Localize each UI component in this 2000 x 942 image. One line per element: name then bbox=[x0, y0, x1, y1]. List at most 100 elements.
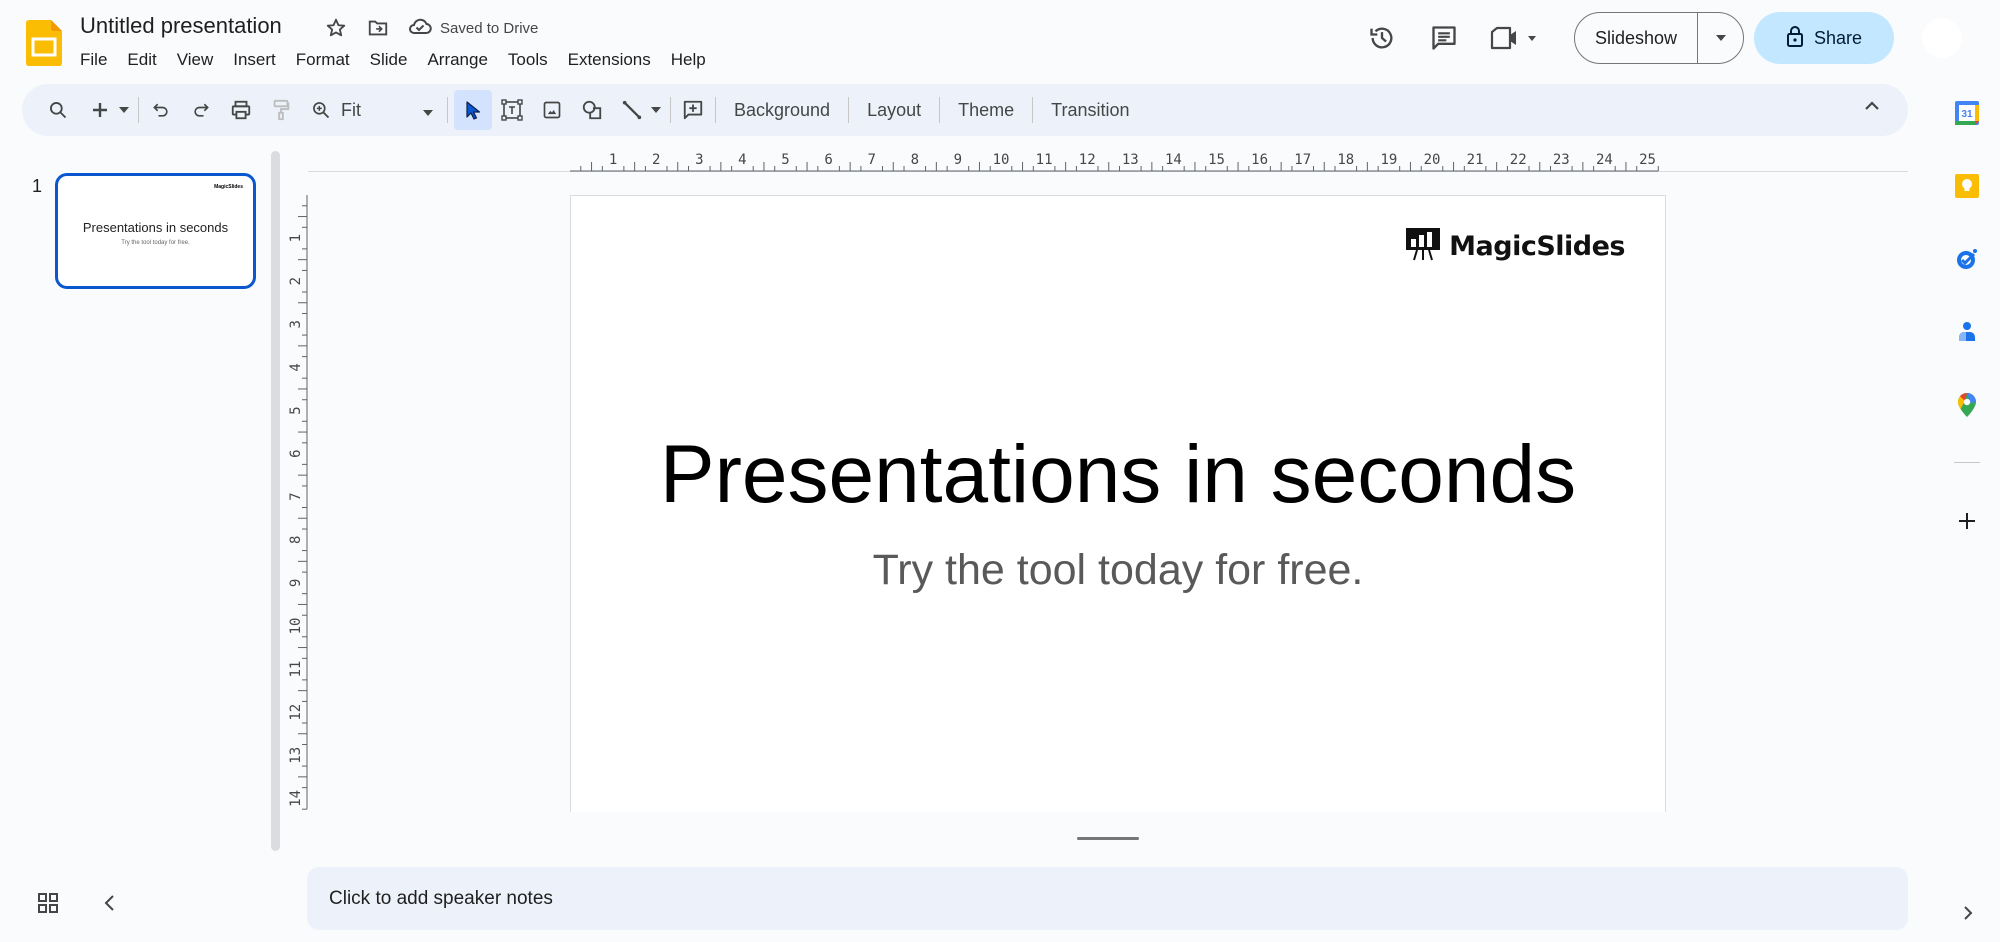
menu-file[interactable]: File bbox=[70, 48, 117, 72]
speaker-notes[interactable]: Click to add speaker notes bbox=[307, 867, 1908, 930]
ruler-label: 14 bbox=[1165, 152, 1182, 168]
grid-view-icon[interactable] bbox=[37, 892, 59, 919]
document-title[interactable]: Untitled presentation bbox=[80, 13, 282, 39]
expand-side-panel-icon[interactable] bbox=[1962, 904, 1974, 927]
ruler-label: 5 bbox=[288, 406, 304, 414]
logo-text: MagicSlides bbox=[1449, 231, 1625, 262]
toolbar-divider bbox=[1032, 97, 1034, 123]
ruler-label: 2 bbox=[652, 152, 660, 168]
thumbnail-logo: MagicSlides bbox=[214, 184, 243, 190]
menu-extensions[interactable]: Extensions bbox=[558, 48, 661, 72]
ruler-label: 15 bbox=[1208, 152, 1225, 168]
print-icon[interactable] bbox=[225, 92, 257, 128]
menu-format[interactable]: Format bbox=[286, 48, 360, 72]
transition-button[interactable]: Transition bbox=[1039, 92, 1141, 128]
add-comment-icon[interactable] bbox=[677, 92, 709, 128]
layout-button[interactable]: Layout bbox=[855, 92, 933, 128]
select-tool-icon[interactable] bbox=[454, 90, 492, 130]
ruler-label: 22 bbox=[1510, 152, 1527, 168]
toolbar-divider bbox=[715, 97, 716, 123]
comments-icon[interactable] bbox=[1424, 18, 1464, 58]
toolbar-divider bbox=[670, 97, 671, 123]
magicslides-logo[interactable]: MagicSlides bbox=[1405, 226, 1625, 267]
add-addon-icon[interactable] bbox=[1954, 508, 1980, 534]
slide-number: 1 bbox=[32, 176, 43, 196]
meet-icon[interactable] bbox=[1486, 18, 1546, 58]
ruler-label: 7 bbox=[288, 492, 304, 500]
share-button[interactable]: Share bbox=[1754, 12, 1894, 64]
ruler-label: 11 bbox=[1036, 152, 1053, 168]
toolbar-divider bbox=[138, 97, 139, 123]
text-box-icon[interactable] bbox=[496, 92, 528, 128]
toolbar-divider bbox=[447, 97, 448, 123]
slide-canvas[interactable]: MagicSlides Presentations in seconds Try… bbox=[570, 195, 1666, 812]
svg-text:31: 31 bbox=[1961, 109, 1973, 120]
menu-insert[interactable]: Insert bbox=[223, 48, 286, 72]
ruler-label: 4 bbox=[738, 152, 746, 168]
ruler-label: 20 bbox=[1424, 152, 1441, 168]
menu-tools[interactable]: Tools bbox=[498, 48, 558, 72]
notes-resize-handle[interactable] bbox=[1077, 837, 1139, 840]
tasks-icon[interactable] bbox=[1954, 246, 1980, 272]
menu-bar: File Edit View Insert Format Slide Arran… bbox=[70, 48, 716, 72]
filmstrip-scrollbar[interactable] bbox=[271, 151, 280, 851]
keep-icon[interactable] bbox=[1954, 173, 1980, 199]
redo-icon[interactable] bbox=[185, 92, 217, 128]
side-panel: 31 bbox=[1934, 84, 2000, 942]
menu-slide[interactable]: Slide bbox=[360, 48, 418, 72]
search-menus-icon[interactable] bbox=[42, 92, 74, 128]
slideshow-dropdown-button[interactable] bbox=[1698, 13, 1743, 63]
ruler-label: 9 bbox=[954, 152, 962, 168]
ruler-label: 2 bbox=[288, 277, 304, 285]
paint-format-icon[interactable] bbox=[265, 92, 297, 128]
star-icon[interactable] bbox=[324, 16, 348, 40]
ruler-label: 18 bbox=[1337, 152, 1354, 168]
collapse-filmstrip-icon[interactable] bbox=[100, 892, 120, 919]
save-status-text: Saved to Drive bbox=[440, 19, 539, 37]
slide-thumbnail[interactable]: MagicSlides Presentations in seconds Try… bbox=[55, 173, 256, 289]
insert-image-icon[interactable] bbox=[536, 92, 568, 128]
toolbar-divider bbox=[939, 97, 941, 123]
maps-icon[interactable] bbox=[1954, 392, 1980, 418]
save-status[interactable]: Saved to Drive bbox=[408, 16, 538, 40]
ruler-label: 11 bbox=[288, 661, 304, 678]
calendar-icon[interactable]: 31 bbox=[1954, 100, 1980, 126]
slideshow-button[interactable]: Slideshow bbox=[1575, 13, 1698, 63]
ruler-label: 10 bbox=[288, 618, 304, 635]
move-to-folder-icon[interactable] bbox=[366, 16, 390, 40]
ruler-label: 4 bbox=[288, 363, 304, 371]
zoom-dropdown-icon bbox=[423, 100, 433, 121]
shape-icon[interactable] bbox=[576, 92, 608, 128]
line-icon[interactable] bbox=[616, 92, 648, 128]
zoom-select[interactable]: Fit bbox=[337, 100, 437, 121]
collapse-toolbar-icon[interactable] bbox=[1864, 98, 1880, 116]
ruler-label: 23 bbox=[1553, 152, 1570, 168]
horizontal-ruler[interactable]: 1 2 3 4 5 6 7 8 9 10 11 12 13 14 15 16 17 18 19 20 21 22 23 24 2… bbox=[308, 150, 1908, 172]
ruler-label: 12 bbox=[288, 704, 304, 721]
slide-title[interactable]: Presentations in seconds bbox=[571, 428, 1665, 522]
ruler-label: 13 bbox=[1122, 152, 1139, 168]
menu-arrange[interactable]: Arrange bbox=[417, 48, 497, 72]
ruler-label: 3 bbox=[288, 320, 304, 328]
vertical-ruler[interactable]: 1234567891011121314 bbox=[288, 190, 308, 820]
menu-help[interactable]: Help bbox=[661, 48, 716, 72]
ruler-label: 21 bbox=[1467, 152, 1484, 168]
account-avatar[interactable] bbox=[1922, 18, 1962, 58]
undo-icon[interactable] bbox=[145, 92, 177, 128]
zoom-icon[interactable] bbox=[305, 92, 337, 128]
background-button[interactable]: Background bbox=[722, 92, 842, 128]
slide-subtitle[interactable]: Try the tool today for free. bbox=[571, 546, 1665, 595]
ruler-label: 6 bbox=[288, 449, 304, 457]
new-slide-dropdown-icon[interactable] bbox=[116, 92, 132, 128]
toolbar: Fit Background Layout Theme Transition bbox=[22, 84, 1908, 136]
share-label: Share bbox=[1813, 27, 1863, 48]
new-slide-plus-icon[interactable] bbox=[84, 92, 116, 128]
theme-button[interactable]: Theme bbox=[946, 92, 1026, 128]
line-dropdown-icon[interactable] bbox=[648, 92, 664, 128]
ruler-label: 1 bbox=[288, 234, 304, 242]
version-history-icon[interactable] bbox=[1362, 18, 1402, 58]
menu-view[interactable]: View bbox=[167, 48, 224, 72]
slides-logo-icon[interactable] bbox=[26, 20, 62, 66]
menu-edit[interactable]: Edit bbox=[117, 48, 166, 72]
contacts-icon[interactable] bbox=[1954, 319, 1980, 345]
